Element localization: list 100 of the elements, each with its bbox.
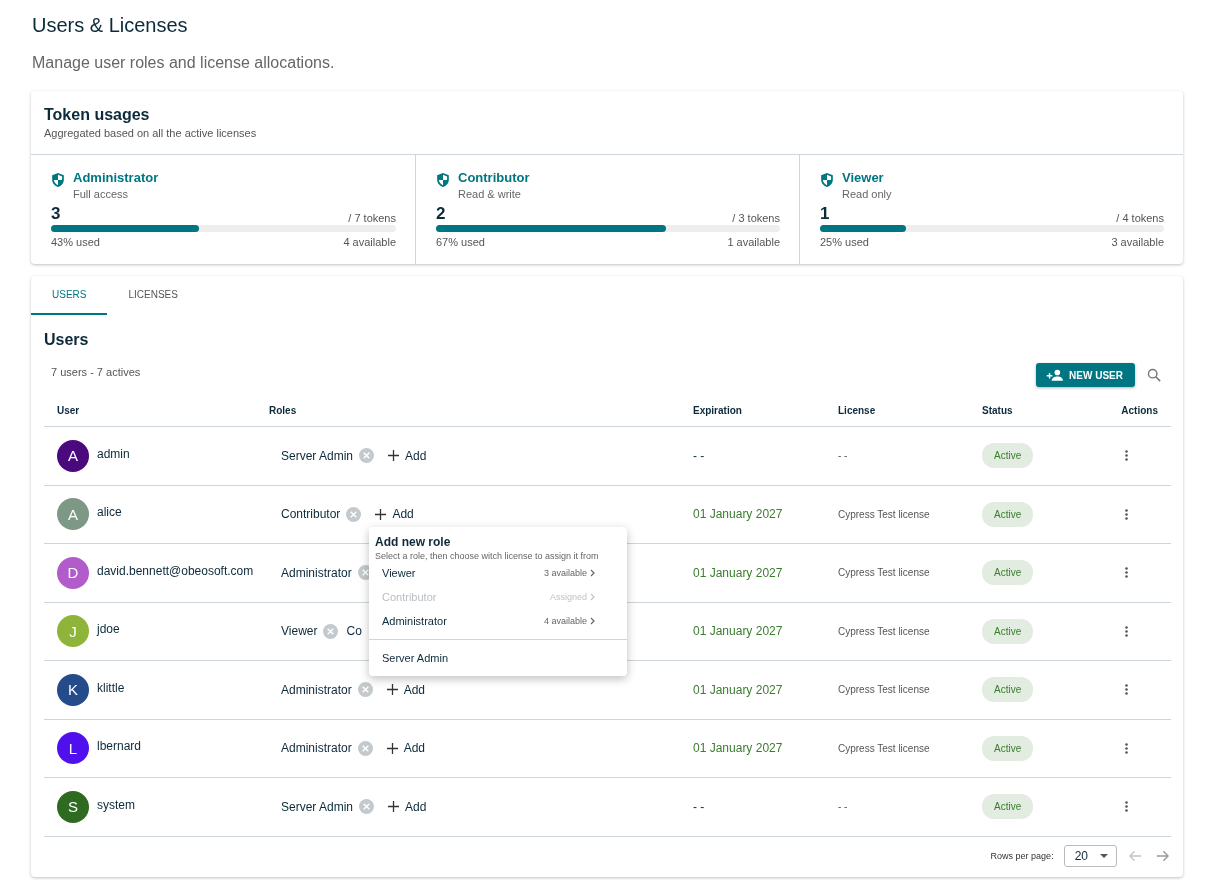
status-badge: Active (982, 443, 1034, 469)
plus-icon (388, 450, 400, 462)
used-count: 2 (436, 204, 446, 224)
avatar: K (57, 673, 89, 706)
used-percent: 67% used (436, 236, 485, 248)
status-badge: Active (982, 677, 1034, 703)
available-count: 3 available (1111, 236, 1164, 248)
chevron-icon (590, 569, 596, 577)
section-title: Users (44, 331, 90, 349)
remove-icon[interactable] (357, 682, 373, 698)
remove-icon[interactable] (346, 506, 362, 522)
license-name: - - (838, 801, 849, 813)
card-subtitle: Aggregated based on all the active licenses (44, 127, 258, 139)
column-header: User (57, 405, 81, 416)
status-badge: Active (982, 735, 1034, 761)
role-label: Viewer (281, 624, 318, 639)
menu-subtitle: Select a role, then choose witch license to assign it from (374, 550, 600, 561)
role-description: Read & write (458, 188, 522, 200)
used-percent: 25% used (820, 236, 869, 248)
more-icon[interactable] (1123, 565, 1130, 581)
license-name: Cypress Test license (838, 508, 931, 520)
tab[interactable]: LICENSES (107, 276, 199, 315)
remove-icon[interactable] (359, 448, 375, 464)
status-badge: Active (982, 794, 1034, 820)
user-name: david.bennett@obeosoft.com (97, 563, 254, 578)
rows-per-page-select[interactable]: 20 (1063, 844, 1117, 867)
remove-icon[interactable] (357, 740, 373, 756)
column-header: Expiration (693, 405, 743, 416)
role-label: Server Admin (281, 448, 354, 463)
avatar: A (57, 498, 89, 531)
add-role-button[interactable]: Add (369, 503, 420, 526)
column-header: License (838, 405, 877, 416)
user-name: lbernard (97, 739, 142, 754)
availability-text: 3 available (543, 568, 596, 578)
search-icon[interactable] (1147, 368, 1161, 382)
role-label: Server Admin (281, 799, 354, 814)
license-name: Cypress Test license (838, 684, 931, 696)
more-icon[interactable] (1123, 682, 1130, 698)
available-count: 4 available (343, 236, 396, 248)
role-label: Administrator (281, 741, 352, 756)
available-count: 1 available (727, 236, 780, 248)
more-icon[interactable] (1123, 448, 1130, 464)
plus-icon (386, 742, 398, 754)
used-count: 3 (51, 204, 61, 224)
column-header: Actions (1120, 405, 1158, 416)
expiration-date: 01 January 2027 (693, 565, 784, 580)
user-count: 7 users - 7 actives (51, 366, 141, 378)
add-person-icon (1046, 369, 1064, 381)
avatar: D (57, 556, 89, 589)
tab[interactable]: USERS (31, 276, 108, 315)
availability-text: 4 available (543, 616, 596, 626)
more-icon[interactable] (1123, 506, 1130, 522)
more-icon[interactable] (1123, 740, 1130, 756)
add-role-button[interactable]: Add (380, 678, 432, 701)
user-name: system (97, 797, 135, 812)
token-total: / 7 tokens (348, 212, 396, 224)
menu-title: Add new role (374, 535, 452, 549)
add-role-button[interactable]: Add (382, 795, 433, 818)
expiration-date: 01 January 2027 (693, 507, 784, 522)
page-subtitle: Manage user roles and license allocations. (32, 54, 336, 72)
role-description: Read only (842, 188, 892, 200)
status-badge: Active (982, 501, 1034, 527)
add-role-button[interactable]: Add (382, 444, 433, 467)
role-name: Viewer (842, 170, 885, 185)
chevron-icon (590, 593, 596, 601)
menu-item[interactable]: Viewer 3 available (369, 561, 627, 585)
used-percent: 43% used (51, 236, 100, 248)
role-description: Full access (73, 188, 130, 200)
dropdown-icon (1100, 853, 1108, 858)
avatar: L (57, 732, 89, 765)
plus-icon (386, 684, 398, 696)
shield-icon (436, 172, 450, 188)
remove-icon[interactable] (323, 623, 339, 639)
menu-item[interactable]: Administrator 4 available (369, 609, 627, 633)
more-icon[interactable] (1123, 623, 1130, 639)
menu-item[interactable]: Server Admin (369, 646, 627, 670)
remove-icon[interactable] (359, 799, 375, 815)
expiration-date: - - (693, 448, 706, 463)
status-badge: Active (982, 560, 1034, 586)
avatar: A (57, 439, 89, 472)
page-title: Users & Licenses (32, 14, 189, 37)
used-count: 1 (820, 204, 830, 224)
card-title: Token usages (44, 106, 151, 124)
avatar: J (57, 615, 89, 648)
add-role-button[interactable]: Add (380, 737, 432, 760)
license-name: Cypress Test license (838, 567, 931, 579)
chevron-icon (590, 617, 596, 625)
column-header: Status (982, 405, 1014, 416)
new-user-button[interactable]: NEW USER (1036, 363, 1135, 387)
shield-icon (51, 172, 65, 188)
token-total: / 3 tokens (732, 212, 780, 224)
role-label: Administrator (281, 682, 352, 697)
license-name: Cypress Test license (838, 625, 931, 637)
plus-icon (375, 508, 387, 520)
token-total: / 4 tokens (1116, 212, 1164, 224)
user-name: jdoe (97, 622, 120, 637)
expiration-date: 01 January 2027 (693, 682, 784, 697)
expiration-date: 01 January 2027 (693, 624, 784, 639)
more-icon[interactable] (1123, 799, 1130, 815)
role-name: Contributor (458, 170, 530, 185)
